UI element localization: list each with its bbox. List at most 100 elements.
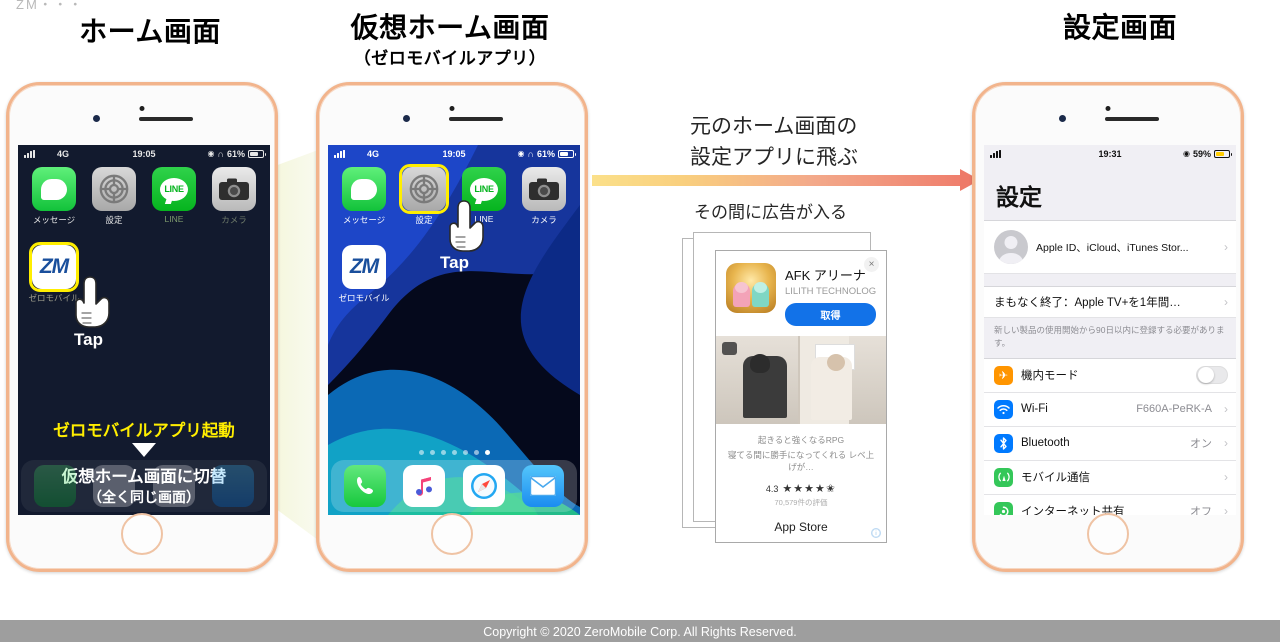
row-bluetooth[interactable]: Bluetooth オン › (984, 427, 1236, 461)
ad-description-line-2: 寝てる間に勝手になってくれる レベ上げが… (727, 450, 875, 472)
rating-count: 70,579件の評価 (774, 498, 828, 507)
caption-virtual-home-sub: （ゼロモバイルアプリ） (353, 49, 547, 68)
app-label: メッセージ (32, 215, 76, 225)
apple-id-row[interactable]: Apple ID、iCloud、iTunes Stor... › (984, 221, 1236, 274)
app-label: 設定 (415, 215, 433, 225)
app-messages[interactable]: メッセージ (334, 167, 394, 226)
earpiece-speaker (449, 117, 503, 121)
row-cellular[interactable]: モバイル通信 › (984, 461, 1236, 495)
settings-scroll[interactable]: 設定 Apple ID、iCloud、iTunes Stor... › まもなく… (984, 162, 1236, 515)
earpiece-speaker (139, 117, 193, 121)
ad-info-icon[interactable]: ⓘ (871, 528, 881, 538)
avatar (994, 230, 1028, 264)
phone-icon[interactable] (343, 465, 386, 507)
ad-body: 起きると強くなるRPG 寝てる間に勝手になってくれる レベ上げが… 4.3 ★★… (716, 424, 886, 542)
settings-gear-icon (402, 167, 446, 211)
ad-insert-note: その間に広告が入る (694, 203, 847, 222)
airplane-icon: ✈ (994, 365, 1013, 385)
chevron-right-icon: › (1224, 470, 1228, 484)
app-camera[interactable]: カメラ (514, 167, 574, 226)
headline-line-1: 元のホーム画面の (690, 115, 858, 138)
battery-percent-label: 61% (536, 148, 555, 159)
ad-description-line-1: 起きると強くなるRPG (757, 435, 845, 445)
line-icon: LINE (462, 167, 506, 211)
row-label: Bluetooth (1021, 437, 1070, 449)
phone2-status-bar: 4G 19:05 ◉ ∩ 61% (328, 145, 580, 162)
apple-tv-promo-row[interactable]: まもなく終了：Apple TV+を1年間… › (984, 287, 1236, 318)
app-camera[interactable]: カメラ (204, 167, 264, 226)
airplane-mode-toggle[interactable] (1196, 366, 1228, 384)
app-line[interactable]: LINE LINE (144, 167, 204, 226)
row-label: 機内モード (1021, 370, 1079, 382)
front-camera-icon (93, 115, 100, 122)
row-label: Wi-Fi (1021, 403, 1048, 415)
battery-icon (558, 149, 576, 158)
app-zeromobile[interactable]: ZM ゼロモバイル (334, 245, 394, 304)
wifi-icon (994, 399, 1013, 419)
row-airplane-mode[interactable]: ✈ 機内モード (984, 359, 1236, 393)
music-icon[interactable] (403, 465, 446, 507)
zeromobile-icon: ZM (32, 245, 76, 289)
home-button[interactable] (431, 513, 473, 555)
battery-percent-label: 61% (226, 148, 245, 159)
group-spacer (984, 274, 1236, 286)
app-messages[interactable]: メッセージ (24, 167, 84, 226)
status-clock: 19:05 (132, 148, 156, 159)
camera-icon (212, 167, 256, 211)
row-label: モバイル通信 (1021, 472, 1090, 484)
battery-icon (1214, 149, 1232, 158)
close-icon[interactable]: × (864, 257, 879, 272)
phone-settings-screen: 19:31 ◉ 59% 設定 Apple ID、iCloud、iTunes St… (972, 82, 1244, 572)
music-icon[interactable] (93, 465, 136, 507)
phone1-status-bar: 4G 19:05 ◉ ∩ 61% (18, 145, 270, 162)
zeromobile-icon: ZM (342, 245, 386, 289)
copyright-footer: Copyright © 2020 ZeroMobile Corp. All Ri… (0, 620, 1280, 642)
phone1-dock (21, 460, 267, 512)
network-type-label: 4G (367, 148, 380, 159)
caption-virtual-home-screen: 仮想ホーム画面 (350, 12, 550, 43)
safari-icon[interactable] (462, 465, 505, 507)
rating-value: 4.3 (765, 483, 779, 494)
tap-label-phone2: Tap (440, 253, 469, 272)
mail-icon[interactable] (522, 465, 565, 507)
phone1-app-row-2: ZM ゼロモバイル (18, 242, 270, 304)
ad-card-stack: × AFK アリーナ LILITH TECHNOLOGY... 取得 (682, 228, 908, 548)
page-indicator (328, 450, 580, 455)
line-icon: LINE (152, 167, 196, 211)
phone-icon[interactable] (33, 465, 76, 507)
phone-virtual-home-screen: 4G 19:05 ◉ ∩ 61% メッセージ 設定 LINE LINE カメラ … (316, 82, 588, 572)
battery-percent-label: 59% (1192, 148, 1211, 159)
app-settings[interactable]: 設定 (84, 167, 144, 226)
promo-group: まもなく終了：Apple TV+を1年間… › (984, 286, 1236, 318)
location-services-icon: ◉ (207, 149, 215, 158)
arrow-shaft (592, 175, 960, 186)
settings-gear-icon (92, 167, 136, 211)
home-button[interactable] (1087, 513, 1129, 555)
app-settings[interactable]: 設定 (394, 164, 454, 226)
chevron-right-icon: › (1224, 240, 1228, 254)
caption-settings-screen: 設定画面 (1062, 12, 1177, 43)
hotspot-icon (994, 501, 1013, 515)
app-icon (726, 263, 776, 313)
chevron-right-icon: › (1224, 436, 1228, 450)
wifi-network-value: F660A-PeRK-A (1136, 403, 1212, 415)
chevron-right-icon: › (1224, 504, 1228, 515)
ad-card[interactable]: × AFK アリーナ LILITH TECHNOLOGY... 取得 (715, 250, 887, 543)
app-zeromobile[interactable]: ZM ゼロモバイル (24, 242, 84, 304)
down-arrow-icon (132, 443, 156, 457)
row-wifi[interactable]: Wi-Fi F660A-PeRK-A › (984, 393, 1236, 427)
mute-speaker-icon[interactable] (722, 342, 737, 355)
ad-video-preview[interactable] (716, 336, 886, 424)
status-clock: 19:31 (1098, 148, 1122, 159)
bluetooth-icon (994, 433, 1013, 453)
home-button[interactable] (121, 513, 163, 555)
mail-icon[interactable] (212, 465, 255, 507)
row-personal-hotspot[interactable]: インターネット共有 オフ › (984, 495, 1236, 515)
app-label: メッセージ (342, 215, 386, 225)
get-button[interactable]: 取得 (785, 303, 876, 326)
app-label: LINE (474, 214, 494, 224)
app-line[interactable]: LINE LINE (454, 167, 514, 226)
chevron-right-icon: › (1224, 295, 1228, 309)
safari-icon[interactable] (152, 465, 195, 507)
headphones-icon: ∩ (217, 148, 224, 159)
